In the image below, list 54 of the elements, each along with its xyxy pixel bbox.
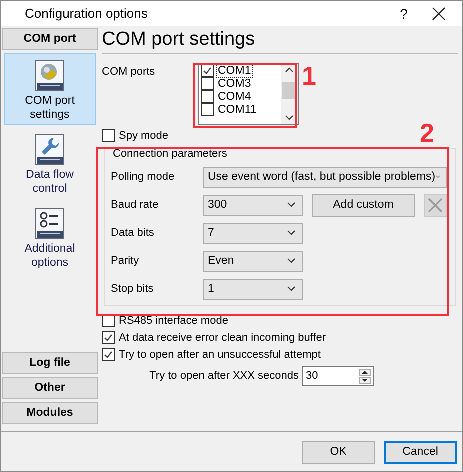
checkbox[interactable] [201, 77, 214, 90]
scroll-down-icon[interactable] [285, 115, 294, 121]
checkbox-label: Try to open after an unsuccessful attempt [119, 348, 321, 360]
sidebar-item[interactable]: Data flow control [4, 127, 96, 199]
checkbox[interactable] [201, 103, 214, 116]
list-document-icon [35, 208, 65, 240]
annotation-number: 2 [420, 120, 434, 146]
chevron-down-icon [287, 286, 296, 292]
dropdown[interactable]: Even [203, 250, 303, 272]
group-title: Connection parameters [113, 148, 228, 162]
wrench-document-icon [35, 134, 65, 166]
checkbox-label: At data receive error clean incoming buffer [119, 332, 326, 344]
dropdown[interactable]: 300 [203, 194, 303, 216]
field-label: Polling mode [111, 171, 176, 183]
dropdown[interactable]: 7 [203, 222, 303, 244]
section-button[interactable]: Modules [2, 402, 98, 424]
annotation-number: 1 [302, 63, 316, 89]
com-port-list[interactable]: COM1 COM3 COM4 COM11 [198, 63, 299, 125]
list-item[interactable]: COM1 [216, 64, 254, 78]
chevron-down-icon [287, 258, 296, 264]
list-item[interactable]: COM3 [216, 76, 254, 90]
checkbox[interactable] [201, 64, 214, 77]
section-button[interactable]: COM port [2, 28, 98, 50]
list-item[interactable]: COM11 [216, 102, 259, 116]
dropdown[interactable]: 1 [203, 278, 303, 300]
page-title: COM port settings [102, 27, 458, 54]
number-spinner[interactable]: 30 [302, 366, 374, 386]
field-label: Try to open after XXX seconds [150, 370, 299, 382]
dialog-button[interactable]: Cancel [384, 440, 457, 464]
chevron-down-icon [436, 174, 440, 180]
field-label: Baud rate [111, 199, 160, 211]
checkbox[interactable] [201, 90, 214, 103]
checkbox[interactable] [102, 331, 115, 344]
chevron-down-icon [287, 202, 296, 208]
scroll-up-icon[interactable] [285, 67, 294, 73]
field-label: Stop bits [111, 283, 155, 295]
field-label: Parity [111, 255, 140, 267]
checkbox[interactable] [102, 129, 115, 142]
sidebar-item[interactable]: COM port settings [4, 53, 96, 125]
help-button[interactable]: ? [380, 6, 428, 22]
checkbox-label: Spy mode [119, 130, 169, 142]
window-title: Configuration options [24, 6, 149, 21]
dropdown[interactable]: Use event word (fast, but possible problems) [203, 166, 447, 188]
dialog-button[interactable]: OK [302, 440, 375, 464]
checkbox[interactable] [102, 348, 115, 361]
list-item[interactable]: COM4 [216, 90, 254, 104]
checkbox-label: RS485 interface mode [119, 314, 228, 326]
chevron-down-icon [287, 230, 296, 236]
sidebar-item[interactable]: Additional options [4, 201, 96, 273]
com-ports-label: COM ports [102, 65, 156, 80]
field-label: Data bits [111, 227, 156, 239]
section-button[interactable]: Log file [2, 352, 98, 374]
section-button[interactable]: Other [2, 377, 98, 399]
add-custom-button[interactable]: Add custom [312, 194, 415, 216]
